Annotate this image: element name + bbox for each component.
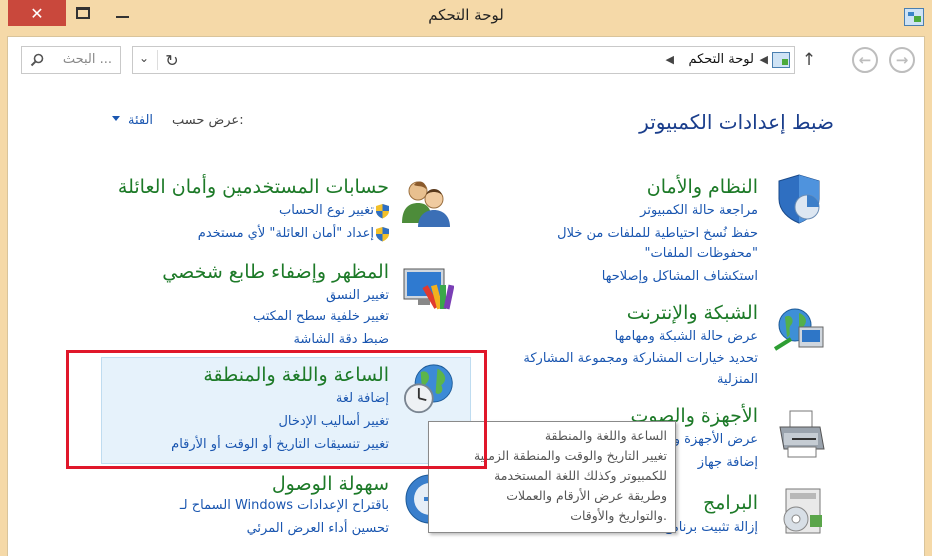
breadcrumb-separator-icon[interactable]: ◀ <box>760 53 768 66</box>
refresh-button[interactable]: ↻ <box>161 50 183 70</box>
category-title-programs[interactable]: البرامج <box>703 492 758 514</box>
link-view-network-status[interactable]: عرض حالة الشبكة ومهامها <box>615 329 758 344</box>
close-button[interactable]: ✕ <box>8 0 66 26</box>
maximize-icon <box>76 7 90 19</box>
link-homegroup[interactable]: المنزلية <box>717 372 758 387</box>
arrow-right-icon: → <box>895 51 909 69</box>
link-change-theme[interactable]: تغيير النسق <box>326 288 389 303</box>
search-icon[interactable] <box>30 53 44 67</box>
globe-network-icon <box>773 308 824 351</box>
category-tooltip: الساعة واللغة والمنطقة تغيير التاريخ وال… <box>428 421 676 533</box>
up-button[interactable]: ↑ <box>798 47 820 73</box>
link-save-backup-copies[interactable]: حفظ نُسخ احتياطية للملفات من خلال <box>557 226 758 241</box>
breadcrumb-separator-icon[interactable]: ◀ <box>666 53 674 66</box>
link-troubleshoot[interactable]: استكشاف المشاكل وإصلاحها <box>602 269 758 284</box>
control-panel-icon <box>772 52 790 68</box>
forward-button[interactable]: ← <box>852 47 878 73</box>
category-title-ease-of-access[interactable]: سهولة الوصول <box>272 473 389 495</box>
category-title-network-internet[interactable]: الشبكة والإنترنت <box>627 302 758 324</box>
tooltip-line: وطريقة عرض الأرقام والعملات <box>506 488 667 503</box>
category-title-system-security[interactable]: النظام والأمان <box>647 176 758 198</box>
minimize-button[interactable] <box>112 4 134 22</box>
maximize-button[interactable] <box>72 4 94 22</box>
divider <box>157 50 158 70</box>
tooltip-line: والتواريخ والأوقات. <box>570 508 667 523</box>
close-icon: ✕ <box>30 3 44 23</box>
link-change-account-type[interactable]: تغيير نوع الحساب <box>279 203 374 218</box>
arrow-up-icon: ↑ <box>801 50 817 70</box>
tooltip-line: الساعة واللغة والمنطقة <box>544 428 667 443</box>
clock-globe-icon <box>404 364 453 414</box>
link-choose-sharing-options[interactable]: تحديد خيارات المشاركة ومجموعة المشاركة <box>523 351 758 366</box>
search-input[interactable]: البحث ... <box>21 46 121 74</box>
tooltip-line: للكمبيوتر وكذلك اللغة المستخدمة <box>494 468 667 483</box>
category-title-clock-region[interactable]: الساعة واللغة والمنطقة <box>203 364 389 386</box>
address-bar[interactable]: ◀ لوحة التحكم ◀ ⌄ ↻ <box>132 46 795 74</box>
link-change-desktop-background[interactable]: تغيير خلفية سطح المكتب <box>253 309 389 324</box>
link-change-date-time-formats[interactable]: تغيير تنسيقات التاريخ أو الوقت أو الأرقا… <box>171 437 389 452</box>
link-add-language[interactable]: إضافة لغة <box>336 391 389 406</box>
control-panel-window: → ← ↑ ◀ لوحة التحكم ◀ ⌄ ↻ البحث ... ضبط … <box>7 36 925 556</box>
chevron-down-icon[interactable]: ⌄ <box>139 51 149 65</box>
refresh-icon: ↻ <box>165 50 179 70</box>
minimize-icon <box>116 16 129 18</box>
link-adjust-screen-resolution[interactable]: ضبط دقة الشاشة <box>293 332 389 347</box>
arrow-left-icon: ← <box>858 51 872 69</box>
link-optimize-visual-display[interactable]: تحسين أداء العرض المرئي <box>247 521 389 536</box>
printer-icon <box>779 410 825 458</box>
programs-icon <box>783 488 822 534</box>
uac-shield-icon <box>376 227 389 242</box>
view-by-label: عرض حسب: <box>172 113 244 128</box>
link-setup-family-safety[interactable]: إعداد "أمان العائلة" لأي مستخدم <box>198 226 374 241</box>
category-title-appearance[interactable]: المظهر وإضفاء طابع شخصي <box>162 261 389 283</box>
category-title-user-accounts[interactable]: حسابات المستخدمين وأمان العائلة <box>118 176 389 198</box>
chevron-down-icon[interactable] <box>112 116 120 121</box>
page-title: ضبط إعدادات الكمبيوتر <box>639 110 834 134</box>
search-placeholder: البحث ... <box>62 52 112 67</box>
appearance-icon <box>403 268 454 310</box>
title-bar: ✕ لوحة التحكم <box>0 0 932 36</box>
users-icon <box>402 181 450 227</box>
link-change-input-methods[interactable]: تغيير أساليب الإدخال <box>278 414 389 429</box>
back-button[interactable]: → <box>889 47 915 73</box>
shield-icon <box>778 174 820 224</box>
uac-shield-icon <box>376 204 389 219</box>
link-review-computer-status[interactable]: مراجعة حالة الكمبيوتر <box>640 203 758 218</box>
link-file-history[interactable]: "محفوظات الملفات" <box>645 246 758 261</box>
link-uninstall-program[interactable]: إزالة تثبيت برنامج <box>663 520 758 535</box>
window-title: لوحة التحكم <box>428 6 504 24</box>
breadcrumb-control-panel[interactable]: لوحة التحكم <box>688 52 754 67</box>
link-add-device[interactable]: إضافة جهاز <box>698 455 758 470</box>
view-by-dropdown[interactable]: الفئة <box>128 113 153 128</box>
tooltip-line: تغيير التاريخ والوقت والمنطقة الزمنية <box>473 448 667 463</box>
link-let-windows-suggest-settings[interactable]: السماح لـ Windows باقتراح الإعدادات <box>180 498 389 513</box>
control-panel-icon <box>904 8 924 26</box>
